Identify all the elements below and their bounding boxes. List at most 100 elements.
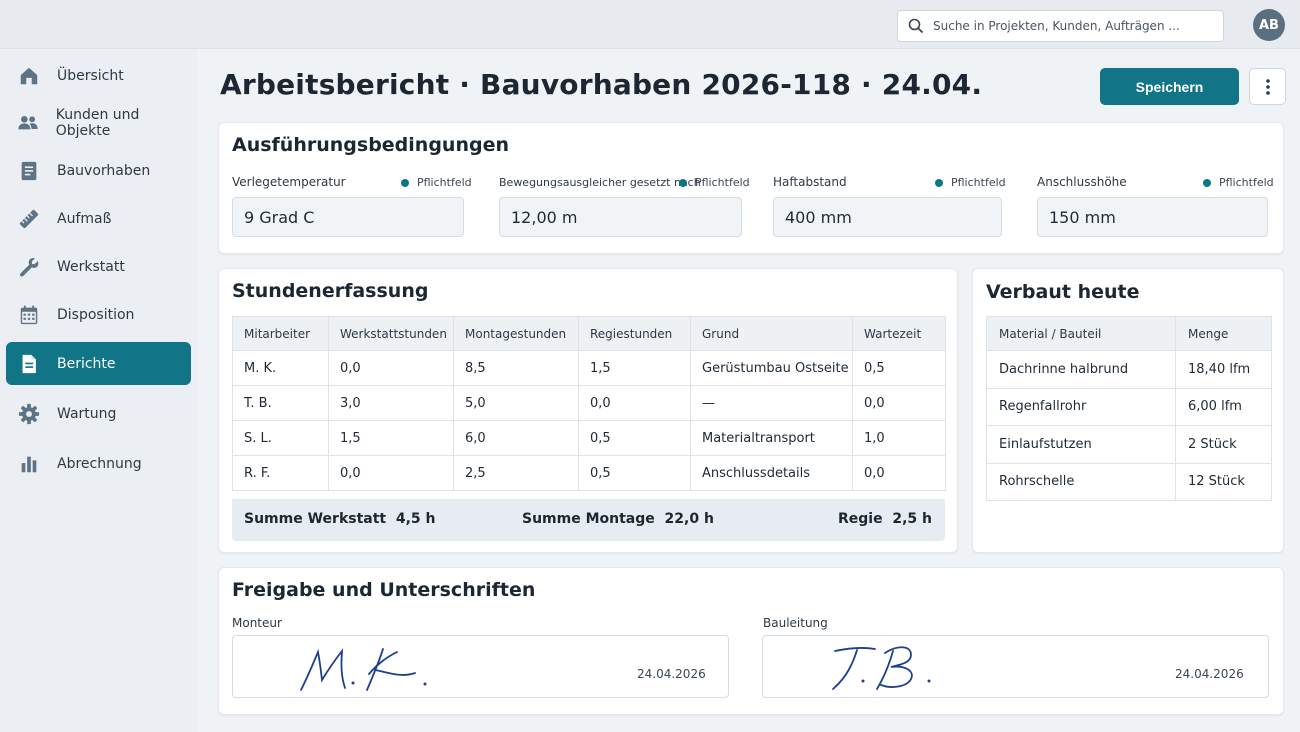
haftabstand-field[interactable]: 400 mm [773, 197, 1002, 237]
table-row[interactable]: Dachrinne halbrund 18,40 lfm [986, 350, 1272, 389]
calendar-icon [17, 303, 41, 327]
table-cell[interactable]: 12 Stück [1175, 462, 1272, 501]
sum-regie: Regie 2,5 h [838, 511, 932, 527]
table-cell[interactable]: R. F. [232, 455, 329, 491]
table-cell[interactable]: M. K. [232, 350, 329, 386]
table-row[interactable]: S. L. 1,5 6,0 0,5 Materialtransport 1,0 [232, 420, 946, 456]
table-cell[interactable]: 6,0 [453, 420, 579, 456]
column-header: Regiestunden [578, 316, 691, 351]
users-icon [17, 111, 40, 135]
bauleitung-signature [832, 646, 931, 690]
table-cell[interactable]: 18,40 lfm [1175, 350, 1272, 389]
table-cell[interactable]: 3,0 [328, 385, 454, 421]
column-header: Material / Bauteil [986, 316, 1176, 351]
bewegungsausgleicher-field[interactable]: 12,00 m [499, 197, 742, 237]
table-cell[interactable]: S. L. [232, 420, 329, 456]
sidebar-item-aufmass[interactable]: Aufmaß [6, 197, 191, 240]
sidebar-item-label: Aufmaß [57, 210, 112, 227]
monteur-signature [300, 648, 427, 691]
home-icon [17, 64, 41, 88]
sidebar-item-abrechnung[interactable]: Abrechnung [6, 442, 191, 485]
table-row[interactable]: Einlaufstutzen 2 Stück [986, 425, 1272, 464]
table-cell[interactable]: T. B. [232, 385, 329, 421]
column-header: Werkstattstunden [328, 316, 454, 351]
search-placeholder: Suche in Projekten, Kunden, Aufträgen ..… [933, 19, 1180, 33]
column-header: Wartezeit [852, 316, 946, 351]
sidebar-item-label: Bauvorhaben [57, 162, 151, 179]
sidebar-item-wartung[interactable]: Wartung [6, 392, 191, 435]
table-cell[interactable]: Einlaufstutzen [986, 425, 1176, 464]
sidebar-item-disposition[interactable]: Disposition [6, 293, 191, 336]
required-badge: Pflichtfeld [401, 176, 472, 189]
document-icon [17, 159, 41, 183]
column-header: Mitarbeiter [232, 316, 329, 351]
table-cell[interactable]: 8,5 [453, 350, 579, 386]
table-row[interactable]: R. F. 0,0 2,5 0,5 Anschlussdetails 0,0 [232, 455, 946, 491]
hours-table: Mitarbeiter Werkstattstunden Montagestun… [232, 316, 946, 491]
sidebar-item-label: Übersicht [57, 67, 124, 84]
table-cell[interactable]: 1,0 [852, 420, 946, 456]
hours-title: Stundenerfassung [232, 280, 429, 302]
table-cell[interactable]: 1,5 [328, 420, 454, 456]
table-cell[interactable]: 0,5 [578, 420, 691, 456]
avatar[interactable]: AB [1253, 9, 1285, 41]
table-header-row: Material / Bauteil Menge [986, 316, 1272, 351]
field-label-anschlusshoehe: Anschlusshöhe [1037, 175, 1127, 189]
table-cell[interactable]: 0,5 [578, 455, 691, 491]
column-header: Grund [690, 316, 853, 351]
table-cell[interactable]: 0,0 [328, 455, 454, 491]
table-cell[interactable]: 1,5 [578, 350, 691, 386]
ruler-icon [17, 207, 41, 231]
table-cell[interactable]: Regenfallrohr [986, 387, 1176, 426]
table-cell[interactable]: Anschlussdetails [690, 455, 853, 491]
table-cell[interactable]: 0,0 [852, 385, 946, 421]
sidebar-item-label: Werkstatt [57, 258, 125, 275]
more-options-button[interactable] [1249, 68, 1286, 105]
more-vertical-icon [1265, 78, 1270, 95]
bauleitung-signature-field[interactable]: 24.04.2026 [762, 635, 1269, 698]
sidebar-item-uebersicht[interactable]: Übersicht [6, 54, 191, 97]
gear-icon [17, 402, 41, 426]
sidebar-item-berichte[interactable]: Berichte [6, 342, 191, 385]
table-cell[interactable]: 0,5 [852, 350, 946, 386]
table-cell[interactable]: 5,0 [453, 385, 579, 421]
table-cell[interactable]: Rohrschelle [986, 462, 1176, 501]
search-input[interactable]: Suche in Projekten, Kunden, Aufträgen ..… [897, 10, 1224, 42]
hours-summary: Summe Werkstatt 4,5 h Summe Montage 22,0… [232, 499, 945, 541]
table-cell[interactable]: 2 Stück [1175, 425, 1272, 464]
save-button[interactable]: Speichern [1100, 68, 1239, 105]
table-cell[interactable]: Gerüstumbau Ostseite [690, 350, 853, 386]
table-row[interactable]: Rohrschelle 12 Stück [986, 462, 1272, 501]
verlegetemperatur-field[interactable]: 9 Grad C [232, 197, 464, 237]
required-dot-icon [401, 178, 409, 187]
table-cell[interactable]: 0,0 [578, 385, 691, 421]
search-icon [908, 18, 924, 34]
monteur-signature-field[interactable]: 24.04.2026 [232, 635, 729, 698]
required-dot-icon [1203, 178, 1211, 187]
sidebar-item-label: Abrechnung [57, 455, 142, 472]
signatures-title: Freigabe und Unterschriften [232, 579, 536, 601]
sum-workshop: Summe Werkstatt 4,5 h [244, 511, 436, 527]
sidebar-item-werkstatt[interactable]: Werkstatt [6, 245, 191, 288]
sidebar-item-bauvorhaben[interactable]: Bauvorhaben [6, 149, 191, 192]
top-bar: Suche in Projekten, Kunden, Aufträgen ..… [0, 0, 1300, 49]
table-cell[interactable]: 0,0 [852, 455, 946, 491]
table-row[interactable]: Regenfallrohr 6,00 lfm [986, 387, 1272, 426]
table-row[interactable]: T. B. 3,0 5,0 0,0 — 0,0 [232, 385, 946, 421]
required-dot-icon [935, 178, 943, 187]
bar-chart-icon [17, 452, 41, 476]
sidebar-item-kunden[interactable]: Kunden und Objekte [6, 101, 191, 144]
report-icon [17, 352, 41, 376]
bauleitung-date: 24.04.2026 [1175, 667, 1244, 681]
field-label-bewegungsausgleicher: Bewegungsausgleicher gesetzt nach [499, 176, 701, 189]
table-cell[interactable]: Materialtransport [690, 420, 853, 456]
table-cell[interactable]: 2,5 [453, 455, 579, 491]
materials-table: Material / Bauteil Menge Dachrinne halbr… [986, 316, 1272, 501]
anschlusshoehe-field[interactable]: 150 mm [1037, 197, 1268, 237]
table-cell[interactable]: — [690, 385, 853, 421]
table-cell[interactable]: Dachrinne halbrund [986, 350, 1176, 389]
table-cell[interactable]: 6,00 lfm [1175, 387, 1272, 426]
monteur-date: 24.04.2026 [637, 667, 706, 681]
table-row[interactable]: M. K. 0,0 8,5 1,5 Gerüstumbau Ostseite 0… [232, 350, 946, 386]
table-cell[interactable]: 0,0 [328, 350, 454, 386]
